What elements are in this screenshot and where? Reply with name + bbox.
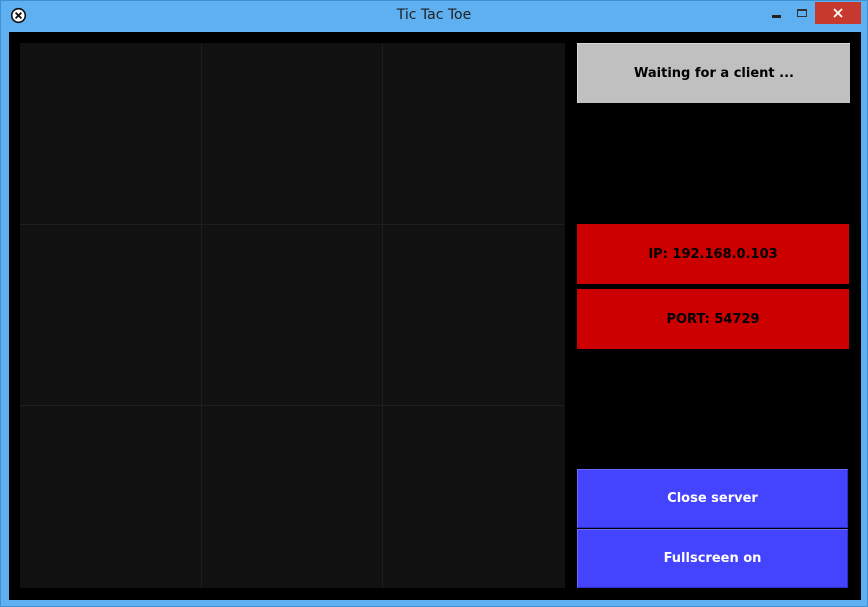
board-cell-2-3[interactable] <box>383 225 565 406</box>
minimize-button[interactable] <box>763 2 789 24</box>
status-label: Waiting for a client ... <box>577 43 850 103</box>
window-title: Tic Tac Toe <box>396 7 472 23</box>
port-label: PORT: 54729 <box>577 289 849 349</box>
game-board <box>20 43 565 588</box>
game-area: Waiting for a client ... IP: 192.168.0.1… <box>9 32 861 600</box>
maximize-button[interactable] <box>789 2 815 24</box>
close-server-button[interactable]: Close server <box>577 469 848 528</box>
close-window-button[interactable] <box>815 2 861 24</box>
board-cell-3-1[interactable] <box>20 406 202 588</box>
board-cell-2-2[interactable] <box>202 225 383 406</box>
app-window: Tic Tac Toe Waiting for a client ... IP:… <box>0 0 868 607</box>
title-bar[interactable]: Tic Tac Toe <box>1 1 867 31</box>
maximize-icon <box>797 9 807 17</box>
board-cell-1-1[interactable] <box>20 43 202 225</box>
minimize-icon <box>771 14 781 18</box>
close-icon <box>833 8 843 18</box>
board-cell-1-3[interactable] <box>383 43 565 225</box>
board-cell-3-2[interactable] <box>202 406 383 588</box>
board-cell-3-3[interactable] <box>383 406 565 588</box>
ip-address-label: IP: 192.168.0.103 <box>577 224 849 284</box>
fullscreen-button[interactable]: Fullscreen on <box>577 529 848 588</box>
board-cell-2-1[interactable] <box>20 225 202 406</box>
board-cell-1-2[interactable] <box>202 43 383 225</box>
